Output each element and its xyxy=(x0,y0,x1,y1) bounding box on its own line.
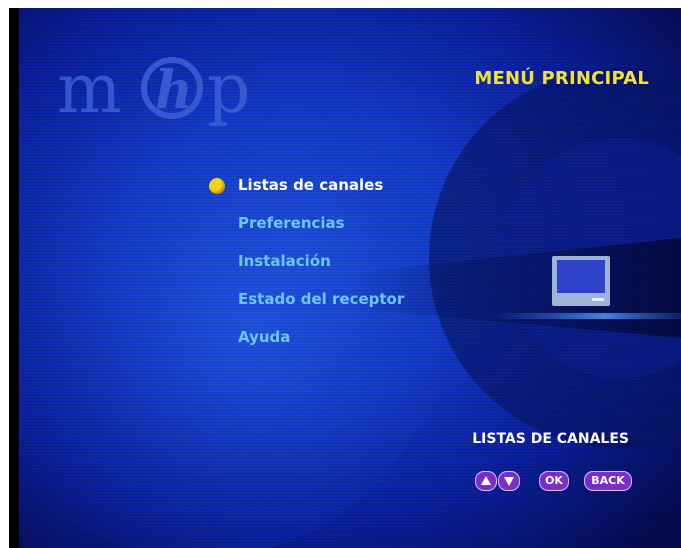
menu-item-receiver-status[interactable]: Estado del receptor xyxy=(207,288,404,326)
menu-item-channel-lists[interactable]: Listas de canales xyxy=(207,174,404,212)
screen-border xyxy=(9,8,19,548)
back-button[interactable]: BACK xyxy=(584,471,632,491)
main-menu: Listas de canales Preferencias Instalaci… xyxy=(207,174,404,364)
ok-button[interactable]: OK xyxy=(539,471,569,491)
up-arrow-icon xyxy=(481,476,491,485)
page-title: MENÚ PRINCIPAL xyxy=(474,68,649,89)
tv-screen: m h p MENÚ PRINCIPAL Listas de canales P… xyxy=(9,8,681,548)
menu-item-label: Estado del receptor xyxy=(238,290,405,308)
mhp-logo: m h p xyxy=(57,50,251,126)
svg-text:m: m xyxy=(57,50,121,126)
menu-item-installation[interactable]: Instalación xyxy=(207,250,404,288)
menu-item-preferences[interactable]: Preferencias xyxy=(207,212,404,250)
up-arrow-button[interactable] xyxy=(475,471,497,491)
svg-text:p: p xyxy=(207,50,251,126)
tv-icon xyxy=(552,256,610,306)
menu-item-label: Instalación xyxy=(238,252,331,270)
menu-item-label: Listas de canales xyxy=(238,176,384,194)
down-arrow-icon xyxy=(504,477,514,486)
selection-bullet-icon xyxy=(209,178,225,194)
down-arrow-button[interactable] xyxy=(498,471,520,491)
context-hint: LISTAS DE CANALES xyxy=(472,431,629,447)
svg-text:h: h xyxy=(155,60,193,121)
menu-item-help[interactable]: Ayuda xyxy=(207,326,404,364)
menu-item-label: Ayuda xyxy=(238,328,291,346)
menu-item-label: Preferencias xyxy=(238,214,345,232)
